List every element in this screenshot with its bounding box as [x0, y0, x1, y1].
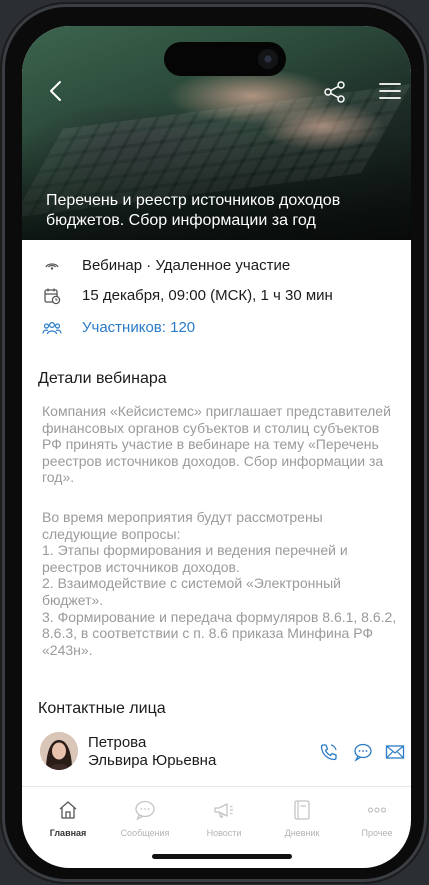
tab-news-label: Новости [206, 828, 242, 838]
megaphone-icon [214, 803, 233, 818]
contact-first-middle-name: Эльвира Юрьевна [88, 752, 217, 769]
email-button[interactable] [384, 742, 406, 762]
event-datetime-row: 15 декабря, 09:00 (МСК), 1 ч 30 мин [42, 285, 333, 307]
details-heading: Детали вебинара [38, 370, 167, 387]
message-button[interactable] [352, 742, 374, 762]
webinar-icon [45, 263, 59, 270]
envelope-icon [385, 745, 405, 759]
tab-diary[interactable]: Дневник [267, 798, 337, 838]
chat-icon [135, 800, 155, 821]
share-icon [324, 81, 345, 103]
tab-diary-label: Дневник [284, 828, 320, 838]
tab-home[interactable]: Главная [33, 798, 103, 838]
contact-name[interactable]: Петрова Эльвира Юрьевна [88, 734, 216, 770]
tab-messages[interactable]: Сообщения [110, 798, 180, 838]
participants-icon [42, 321, 62, 335]
webinar-title: Перечень и реестр источников доходов бюд… [46, 192, 341, 229]
phone-icon [320, 744, 337, 761]
tab-more[interactable]: Прочее [342, 798, 411, 838]
menu-button[interactable] [378, 80, 402, 102]
chat-bubble-icon [354, 743, 372, 762]
tab-messages-label: Сообщения [120, 828, 170, 838]
event-type-text: Вебинар · Удаленное участие [82, 257, 291, 274]
hamburger-icon [379, 83, 401, 99]
event-datetime-text: 15 декабря, 09:00 (МСК), 1 ч 30 мин [82, 287, 333, 304]
tabbar-divider [22, 786, 411, 787]
avatar[interactable] [40, 732, 78, 770]
details-paragraph-2: Во время мероприятия будут рассмотрены с… [42, 509, 402, 658]
details-line: 2. Взаимодействие с системой «Электронны… [42, 575, 341, 608]
chevron-left-icon [50, 81, 61, 101]
tab-more-label: Прочее [361, 828, 393, 838]
share-button[interactable] [322, 80, 348, 104]
calendar-clock-icon [44, 288, 61, 305]
back-button[interactable] [44, 78, 70, 104]
home-icon [59, 801, 77, 819]
details-line: 3. Формирование и передача формуляров 8.… [42, 608, 397, 658]
contact-last-name: Петрова [88, 734, 147, 751]
call-button[interactable] [318, 742, 340, 762]
tab-home-label: Главная [49, 828, 87, 838]
participants-link[interactable]: Участников: 120 [82, 319, 195, 336]
phone-frame: Перечень и реестр источников доходов бюд… [2, 4, 427, 882]
home-indicator[interactable] [152, 854, 292, 859]
more-icon [367, 807, 387, 813]
participants-row[interactable]: Участников: 120 [42, 317, 195, 339]
tab-news[interactable]: Новости [189, 798, 259, 838]
app-screen: Перечень и реестр источников доходов бюд… [22, 26, 411, 868]
details-line: Во время мероприятия будут рассмотрены с… [42, 509, 323, 542]
details-paragraph-1: Компания «Кейсистемс» приглашает предста… [42, 403, 391, 486]
contacts-heading: Контактные лица [38, 700, 166, 717]
notebook-icon [294, 800, 310, 820]
camera-lens [258, 49, 278, 69]
details-line: 1. Этапы формирования и ведения перечней… [42, 542, 348, 575]
person-photo-icon [40, 732, 78, 770]
event-type-row: Вебинар · Удаленное участие [42, 255, 290, 277]
